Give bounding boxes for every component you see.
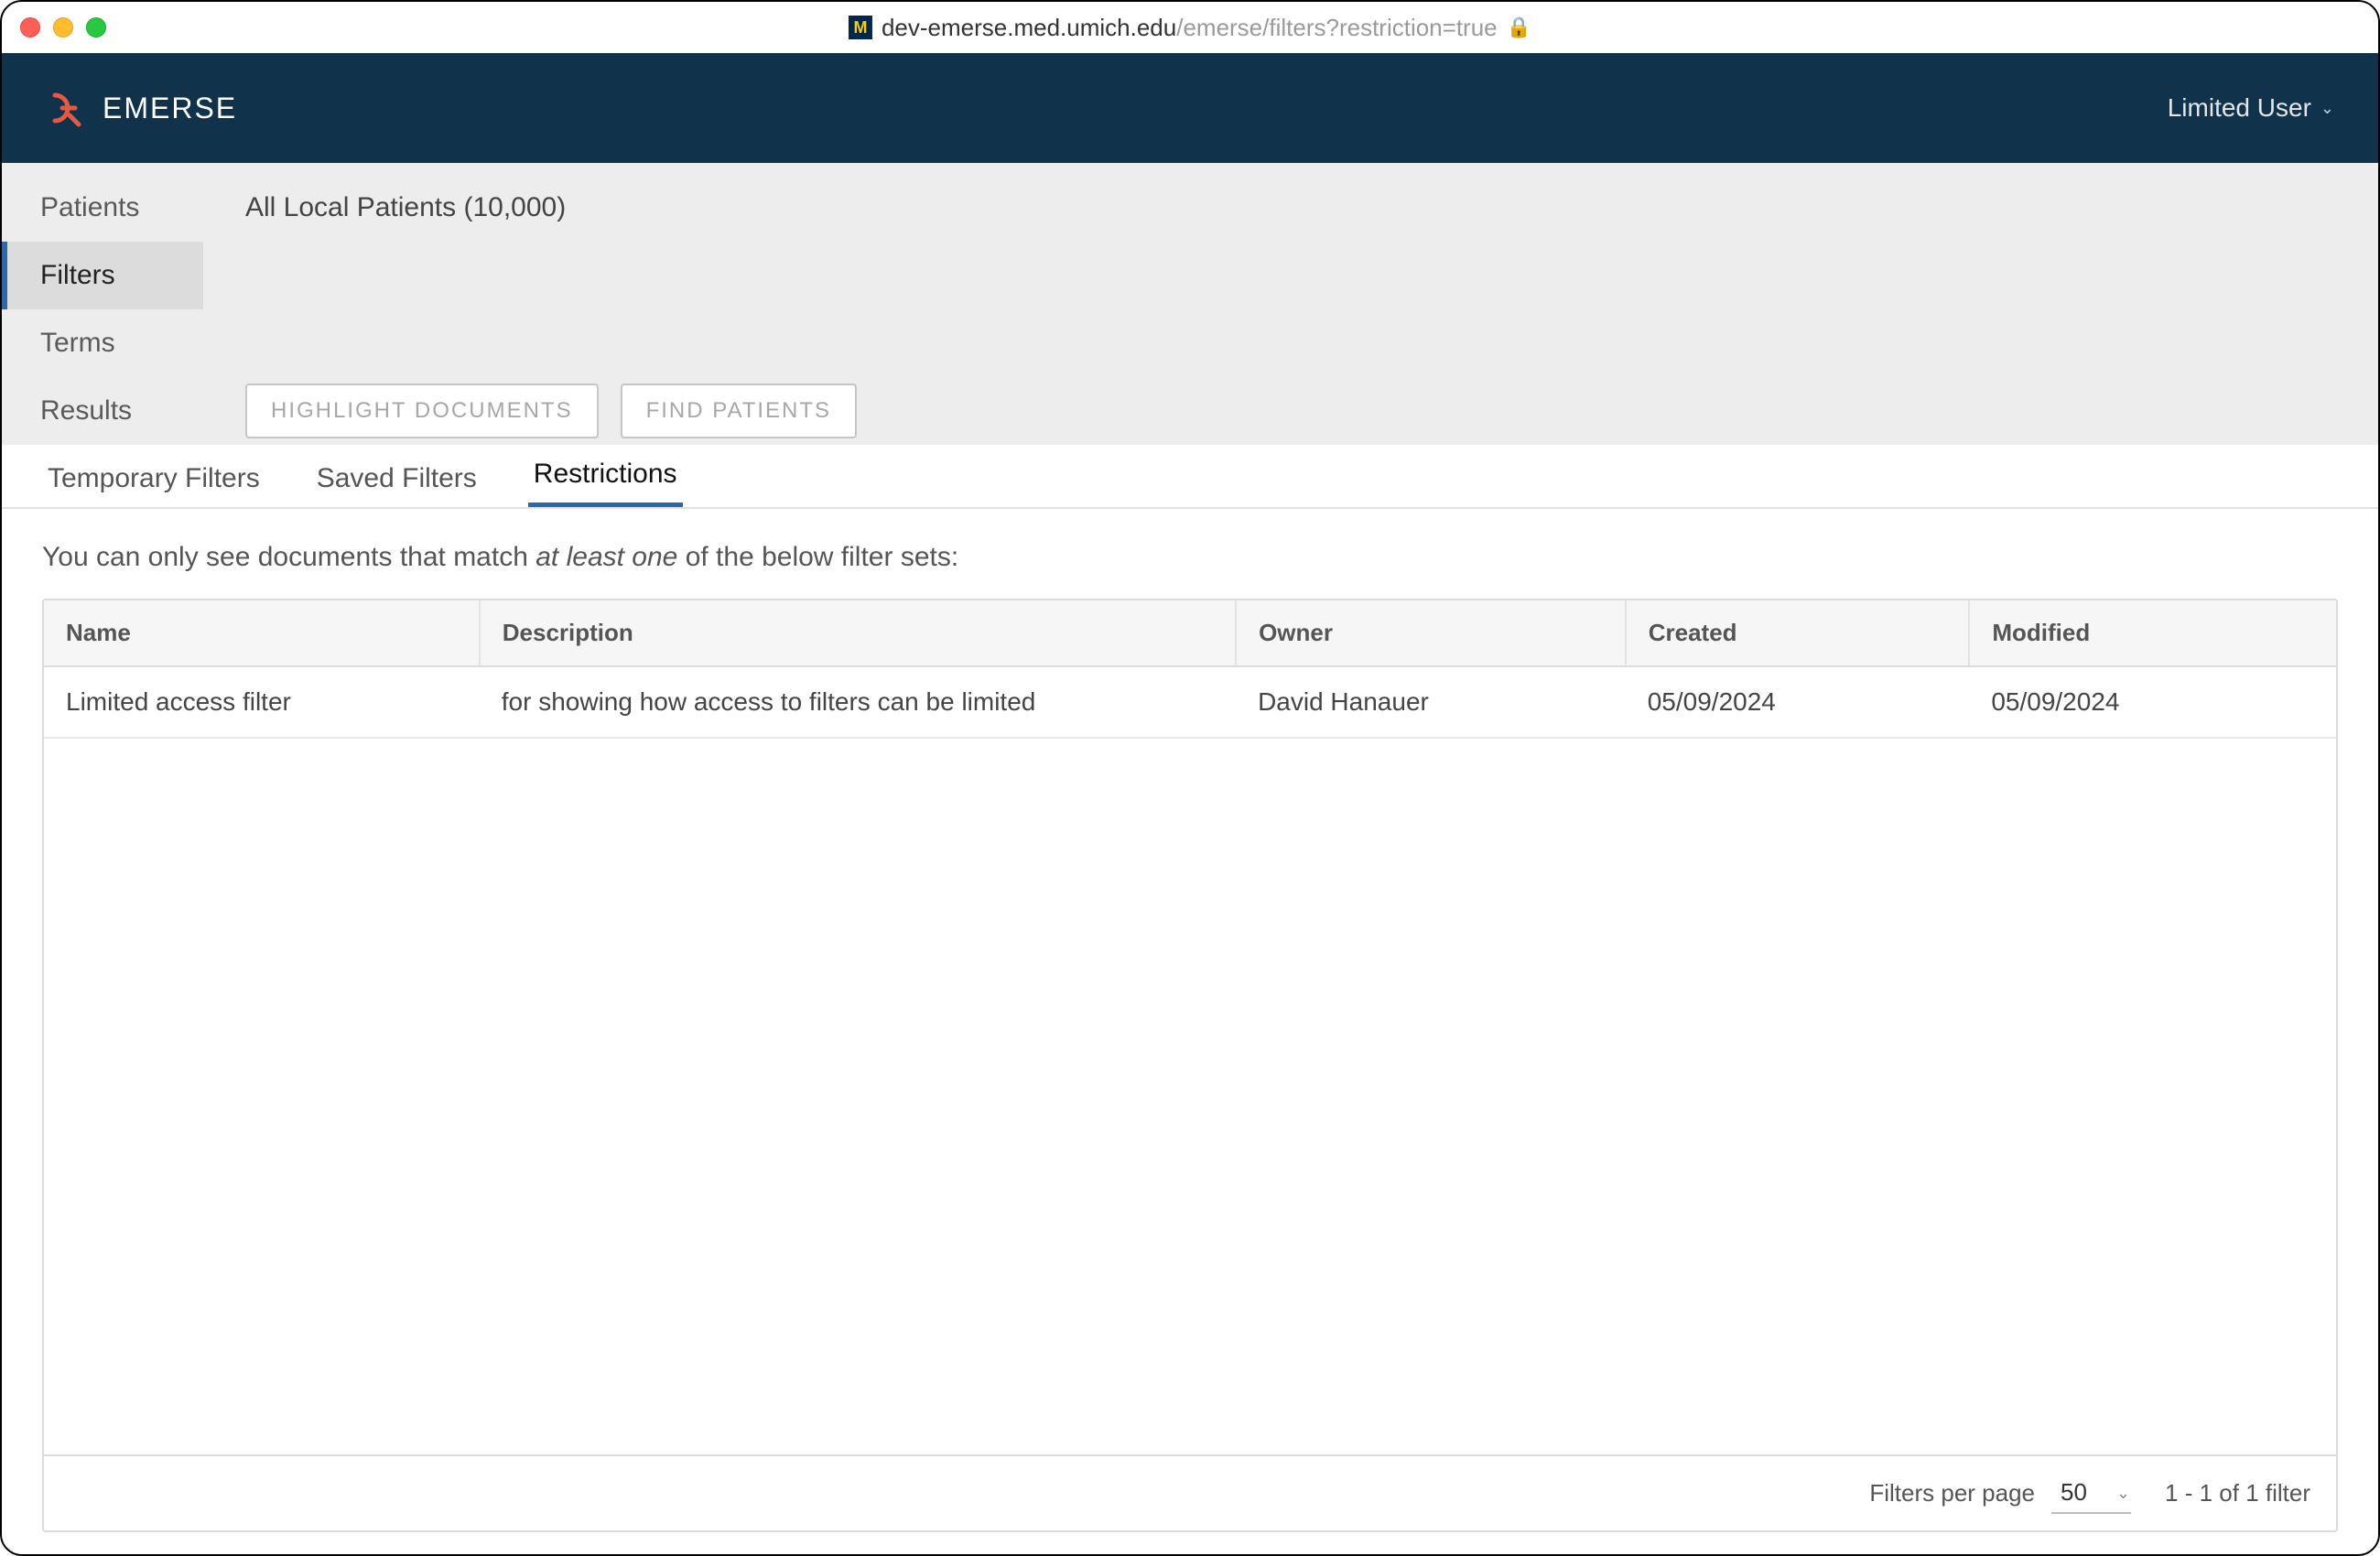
- chevron-down-icon: ⌄: [2320, 99, 2334, 118]
- col-created[interactable]: Created: [1626, 600, 1970, 666]
- tab-restrictions[interactable]: Restrictions: [528, 446, 683, 507]
- user-menu[interactable]: Limited User ⌄: [2168, 93, 2334, 123]
- col-description[interactable]: Description: [480, 600, 1236, 666]
- per-page-control: Filters per page 50 ⌄: [1869, 1473, 2130, 1514]
- site-favicon: M: [849, 16, 872, 39]
- terms-row-placeholder: [203, 309, 2378, 377]
- lock-icon: 🔒: [1507, 16, 1531, 39]
- per-page-select[interactable]: 50: [2051, 1473, 2131, 1514]
- subheader-area: Patients Filters Terms Results All Local…: [2, 163, 2378, 445]
- table-footer: Filters per page 50 ⌄ 1 - 1 of 1 filter: [44, 1454, 2336, 1530]
- sidebar: Patients Filters Terms Results: [2, 163, 203, 445]
- results-actions-row: HIGHLIGHT DOCUMENTS FIND PATIENTS: [203, 377, 2378, 445]
- subheader-right: All Local Patients (10,000) HIGHLIGHT DO…: [203, 163, 2378, 445]
- address-bar[interactable]: M dev-emerse.med.umich.edu/emerse/filter…: [849, 14, 1531, 42]
- app-header: EMERSE Limited User ⌄: [2, 53, 2378, 163]
- filters-row-placeholder: [203, 242, 2378, 309]
- cell-modified: 05/09/2024: [1969, 666, 2336, 738]
- brand-logo-icon: [46, 88, 86, 128]
- find-patients-button[interactable]: FIND PATIENTS: [621, 384, 857, 438]
- sidebar-item-label: Filters: [40, 260, 115, 291]
- patients-summary-row: All Local Patients (10,000): [203, 174, 2378, 242]
- col-modified[interactable]: Modified: [1969, 600, 2336, 666]
- user-label: Limited User: [2168, 93, 2311, 123]
- url-path: /emerse/filters?restriction=true: [1176, 14, 1497, 41]
- close-window-button[interactable]: [20, 17, 40, 38]
- sidebar-item-terms[interactable]: Terms: [2, 309, 203, 377]
- restrictions-table: Name Description Owner Created Modified …: [44, 600, 2336, 739]
- restrictions-table-wrap: Name Description Owner Created Modified …: [42, 599, 2338, 1532]
- sidebar-item-label: Terms: [40, 328, 115, 359]
- filter-tabs: Temporary Filters Saved Filters Restrict…: [2, 445, 2378, 509]
- sidebar-item-label: Patients: [40, 192, 139, 223]
- intro-suffix: of the below filter sets:: [677, 542, 958, 572]
- patients-summary: All Local Patients (10,000): [245, 192, 566, 223]
- per-page-label: Filters per page: [1869, 1479, 2035, 1507]
- intro-prefix: You can only see documents that match: [42, 542, 536, 572]
- brand[interactable]: EMERSE: [46, 88, 237, 128]
- table-row[interactable]: Limited access filter for showing how ac…: [44, 666, 2336, 738]
- brand-name: EMERSE: [103, 92, 237, 125]
- cell-description: for showing how access to filters can be…: [480, 666, 1236, 738]
- main-content: You can only see documents that match at…: [2, 509, 2378, 1554]
- table-empty-area: [44, 739, 2336, 1454]
- window-titlebar: M dev-emerse.med.umich.edu/emerse/filter…: [2, 2, 2378, 53]
- table-header-row: Name Description Owner Created Modified: [44, 600, 2336, 666]
- window-controls: [20, 17, 106, 38]
- restrictions-intro: You can only see documents that match at…: [42, 542, 2338, 573]
- sidebar-item-patients[interactable]: Patients: [2, 174, 203, 242]
- sidebar-item-label: Results: [40, 395, 132, 427]
- sidebar-item-results[interactable]: Results: [2, 377, 203, 445]
- highlight-documents-button[interactable]: HIGHLIGHT DOCUMENTS: [245, 384, 599, 438]
- intro-emphasis: at least one: [536, 542, 677, 572]
- tab-temporary-filters[interactable]: Temporary Filters: [42, 450, 265, 507]
- cell-name: Limited access filter: [44, 666, 480, 738]
- minimize-window-button[interactable]: [53, 17, 73, 38]
- col-owner[interactable]: Owner: [1236, 600, 1626, 666]
- pagination-range: 1 - 1 of 1 filter: [2165, 1479, 2310, 1507]
- app-window: M dev-emerse.med.umich.edu/emerse/filter…: [0, 0, 2380, 1556]
- cell-created: 05/09/2024: [1626, 666, 1970, 738]
- col-name[interactable]: Name: [44, 600, 480, 666]
- zoom-window-button[interactable]: [86, 17, 106, 38]
- tab-saved-filters[interactable]: Saved Filters: [311, 450, 482, 507]
- cell-owner: David Hanauer: [1236, 666, 1626, 738]
- sidebar-item-filters[interactable]: Filters: [2, 242, 203, 309]
- url-host: dev-emerse.med.umich.edu: [882, 14, 1176, 41]
